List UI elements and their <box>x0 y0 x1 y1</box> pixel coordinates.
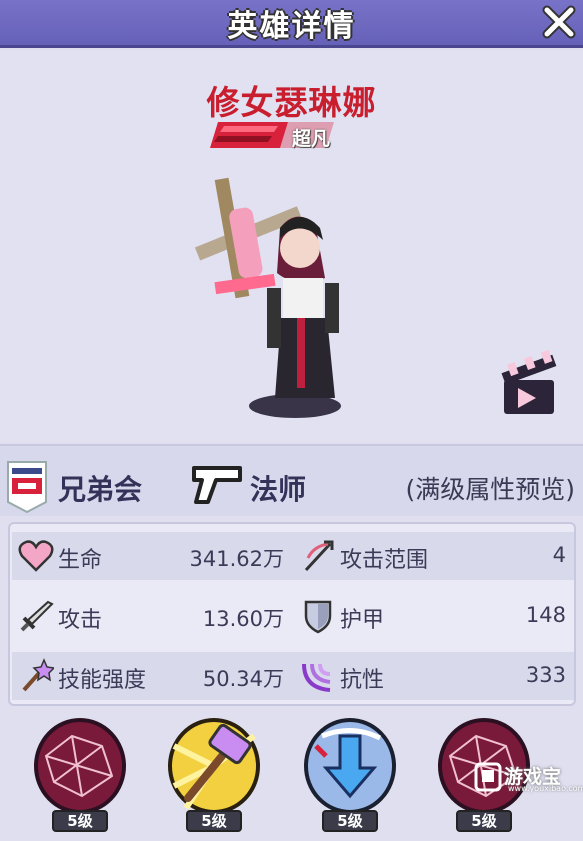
watermark-url: www.youxibao.com <box>508 784 583 793</box>
hero-name: 修女瑟琳娜 <box>206 83 377 122</box>
close-icon <box>542 5 576 39</box>
stat-hp: 生命 341.62万 <box>12 532 292 580</box>
faction-label: 兄弟会 <box>58 473 143 506</box>
heart-icon <box>18 540 54 572</box>
close-button[interactable] <box>539 2 579 42</box>
stat-row: 攻击 13.60万 护甲 148 <box>12 592 574 640</box>
header-bar: 英雄详情 <box>0 0 583 48</box>
watermark: 游戏宝 www.youxibao.com <box>474 760 583 796</box>
stat-label: 技能强度 <box>58 668 147 693</box>
shatter-skill-icon <box>34 718 126 814</box>
shield-icon <box>304 600 332 634</box>
skill-level-badge: 5级 <box>52 810 108 832</box>
video-button[interactable] <box>498 342 560 420</box>
skill-level-badge: 5级 <box>186 810 242 832</box>
skill-slot-2[interactable]: 5级 <box>166 716 262 838</box>
stat-label: 护甲 <box>340 608 385 633</box>
stat-label: 攻击范围 <box>340 548 429 573</box>
class-label: 法师 <box>250 473 307 506</box>
hero-portrait[interactable] <box>185 168 365 428</box>
stat-row: 技能强度 50.34万 抗性 333 <box>12 652 574 700</box>
stat-label: 抗性 <box>340 668 385 693</box>
page-title: 英雄详情 <box>227 8 356 44</box>
arrow-down-skill-icon <box>304 718 396 814</box>
stat-value: 341.62万 <box>189 547 284 571</box>
preview-label: (满级属性预览) <box>405 475 575 504</box>
stat-skill-power: 技能强度 50.34万 <box>12 652 292 700</box>
stat-armor: 护甲 148 <box>294 592 574 640</box>
stat-value: 13.60万 <box>202 607 284 631</box>
hammer-skill-icon <box>168 718 260 814</box>
skill-level-badge: 5级 <box>456 810 512 832</box>
stat-resistance: 抗性 333 <box>294 652 574 700</box>
clapperboard-icon <box>501 349 557 414</box>
skill-level-badge: 5级 <box>322 810 378 832</box>
pistol-icon <box>192 466 242 504</box>
watermark-logo-icon <box>474 762 502 792</box>
faction-icon <box>7 461 47 514</box>
rarity-label: 超凡 <box>292 128 331 150</box>
wand-icon <box>22 658 54 692</box>
stat-label: 攻击 <box>58 608 103 633</box>
stat-attack: 攻击 13.60万 <box>12 592 292 640</box>
stats-panel: 生命 341.62万 攻击范围 4 攻击 13.60万 护甲 148 技能强度 … <box>8 522 576 706</box>
hero-info-bar: 兄弟会 法师 (满级属性预览) <box>0 444 583 516</box>
range-icon <box>304 540 334 572</box>
stat-value: 4 <box>552 543 566 567</box>
resistance-icon <box>302 663 331 692</box>
stat-label: 生命 <box>58 548 103 573</box>
stat-value: 333 <box>525 663 566 687</box>
skill-slot-1[interactable]: 5级 <box>32 716 128 838</box>
skill-slot-3[interactable]: 5级 <box>302 716 398 838</box>
stat-value: 50.34万 <box>202 667 284 691</box>
stat-row: 生命 341.62万 攻击范围 4 <box>12 532 574 580</box>
stat-value: 148 <box>525 603 566 627</box>
stat-range: 攻击范围 4 <box>294 532 574 580</box>
sword-icon <box>20 600 54 632</box>
rarity-badge: 超凡 <box>210 118 340 152</box>
